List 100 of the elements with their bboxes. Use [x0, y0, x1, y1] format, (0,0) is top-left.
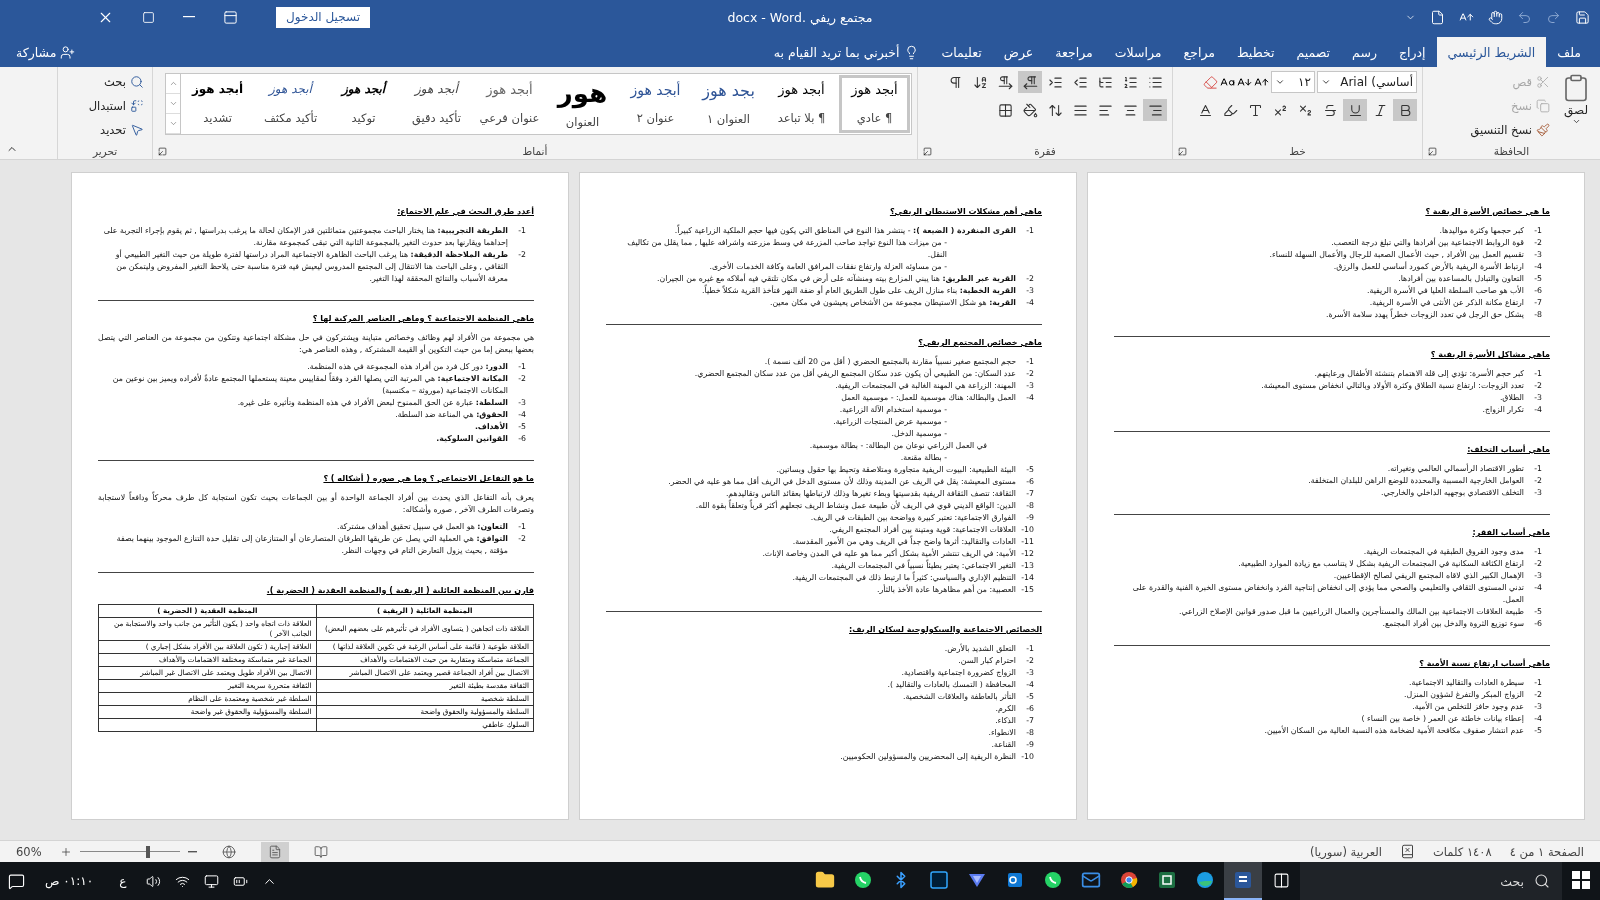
style-preview: أبجد هوز: [191, 83, 244, 97]
tell-me-field[interactable]: أخبرني بما تريد القيام به: [761, 37, 931, 67]
font-size-field[interactable]: ١٢: [1271, 71, 1315, 93]
replace-button[interactable]: استبدال: [85, 95, 147, 116]
section-heading: ما هي خصائص الأسرة الريفية ؟: [1424, 206, 1550, 218]
undo-icon: [1517, 9, 1532, 25]
folder-icon: [815, 870, 835, 890]
ribbon-tab[interactable]: الشريط الرئيسي: [1436, 37, 1547, 67]
ribbon-tab[interactable]: تخطيط: [1226, 37, 1286, 67]
group-label: أنماط: [522, 145, 548, 157]
ribbon-tab[interactable]: مراجعة: [1044, 37, 1104, 67]
ribbon-tab[interactable]: تصميم: [1285, 37, 1342, 67]
style-gallery-item[interactable]: أبجد هوز ¶ عادي: [838, 74, 911, 134]
section-heading: ماهي مشاكل الأسرة الريفية ؟: [1429, 349, 1550, 361]
ribbon-tab[interactable]: إدراج: [1387, 37, 1437, 67]
person-plus-icon: [60, 44, 76, 60]
ribbon-tab[interactable]: مراجع: [1172, 37, 1226, 67]
search-placeholder: بحث: [1500, 873, 1524, 889]
touch-mode-icon: [1488, 9, 1503, 25]
numbered-list-icon: [1122, 74, 1138, 90]
maximize-icon: [142, 10, 156, 24]
share-button[interactable]: مشاركة: [0, 37, 92, 67]
document-app-icon: [1233, 870, 1253, 890]
caret-icon: [1275, 77, 1285, 87]
clear-formatting-icon: [1203, 74, 1218, 90]
format-painter-button[interactable]: نسخ التنسيق: [1467, 119, 1553, 140]
section-heading: قارن بين المنظمة العائلية ( الريفية ) والمنظمة العقدية ( الحضرية ).: [265, 585, 534, 597]
pilcrow-icon: [947, 74, 963, 90]
chat-bubble-icon: [853, 870, 873, 890]
style-name: عنوان فرعي: [479, 111, 540, 126]
minimize-icon[interactable]: [183, 16, 196, 18]
ribbon-display-options-icon: [223, 9, 239, 25]
dialog-launcher-icon: [1428, 146, 1437, 156]
tell-me-placeholder: أخبرني بما تريد القيام به: [773, 44, 900, 60]
font-name-field[interactable]: أساسي) Arial: [1317, 71, 1417, 93]
print-view-icon: [267, 844, 282, 859]
superscript-icon: [1272, 102, 1288, 118]
style-name: تأكيد مكثف: [263, 110, 318, 125]
line-spacing-icon: [1047, 102, 1063, 118]
paste-button[interactable]: لصق: [1557, 71, 1595, 128]
taskbar-app-button[interactable]: [1224, 862, 1262, 900]
style-name: ¶ بلا تباعد: [777, 111, 826, 126]
style-preview: أبجد هوز: [486, 82, 533, 98]
section-heading: ماهي المنظمة الاجتماعية ؟ وماهي العناصر المركبة لها ؟: [311, 313, 534, 325]
decrease-indent-icon: [1072, 74, 1088, 90]
ribbon-tab[interactable]: عرض: [992, 37, 1045, 67]
zoom-level[interactable]: 60%: [16, 844, 42, 859]
windows-logo-icon: [1572, 871, 1590, 889]
style-name: توكيد: [351, 110, 376, 125]
section-heading: ماهي أسباب التخلف:: [1466, 444, 1550, 456]
italic-icon: [1372, 102, 1388, 118]
shading-icon: [1022, 102, 1038, 118]
scissors-icon: [1536, 74, 1550, 89]
word-count: ١٤٠٨ كلمات: [1433, 844, 1492, 859]
calendar-app-icon: [1005, 870, 1025, 890]
text-effects-icon: [1247, 102, 1263, 118]
right-to-left-button[interactable]: [1018, 71, 1042, 93]
ribbon-tab[interactable]: رسم: [1341, 37, 1388, 67]
select-button[interactable]: تحديد: [85, 119, 147, 140]
ribbon-tab[interactable]: ملف: [1546, 37, 1592, 67]
clock[interactable]: ٠١:١٠ ص: [39, 874, 100, 888]
style-preview: أبجد هوز: [851, 82, 898, 98]
style-name: ¶ عادي: [856, 111, 893, 126]
zoom-slider-thumb[interactable]: [145, 845, 150, 858]
find-button[interactable]: بحث: [85, 71, 147, 92]
underline-button[interactable]: [1343, 99, 1367, 121]
zoom-out-icon[interactable]: [187, 850, 197, 853]
strikethrough-icon: [1322, 102, 1338, 118]
language-indicator: العربية (سوريا): [1310, 844, 1382, 859]
right-to-left-icon: [1022, 74, 1038, 90]
paintbrush-icon: [1536, 122, 1550, 137]
sort-icon: [972, 74, 988, 90]
group-label: خط: [1289, 145, 1306, 157]
task-view-icon: [1272, 871, 1290, 889]
dialog-launcher-icon: [923, 146, 932, 156]
print-view-button[interactable]: [260, 841, 289, 862]
notification-icon: [8, 872, 25, 890]
ribbon-tab[interactable]: مراسلات: [1103, 37, 1173, 67]
sign-in-button[interactable]: تسجيل الدخول: [276, 6, 370, 28]
caret-icon: [1321, 77, 1331, 87]
ribbon-tab[interactable]: تعليمات: [930, 37, 993, 67]
browser-icon: [1119, 870, 1139, 890]
zoom-in-icon: [59, 845, 72, 858]
group-label: فقرة: [1034, 145, 1056, 157]
section-heading: أعدد طرق البحث في علم الاجتماع:: [396, 206, 534, 218]
input-language[interactable]: ع: [113, 874, 133, 888]
justify-icon: [1072, 102, 1088, 118]
more-styles-icon: [168, 119, 178, 128]
style-name: تأكيد دقيق: [412, 110, 461, 125]
align-right-button[interactable]: [1143, 99, 1167, 121]
bullet-list-icon: [1147, 74, 1163, 90]
style-name: عنوان ٢: [636, 111, 675, 126]
subscript-icon: [1297, 102, 1313, 118]
bold-button[interactable]: [1393, 99, 1417, 121]
style-preview: بجد هوز: [702, 82, 755, 100]
section-heading: ماهي خصائص المجتمع الريفي؟: [917, 337, 1042, 349]
style-preview: أبجد هوز: [415, 83, 458, 97]
section-heading: ما هو التفاعل الاجتماعي ؟ وما هي صوره ( أشكاله ) ؟: [322, 473, 534, 485]
left-to-right-icon: [997, 74, 1013, 90]
taskbar-search-field[interactable]: بحث: [1300, 862, 1562, 900]
